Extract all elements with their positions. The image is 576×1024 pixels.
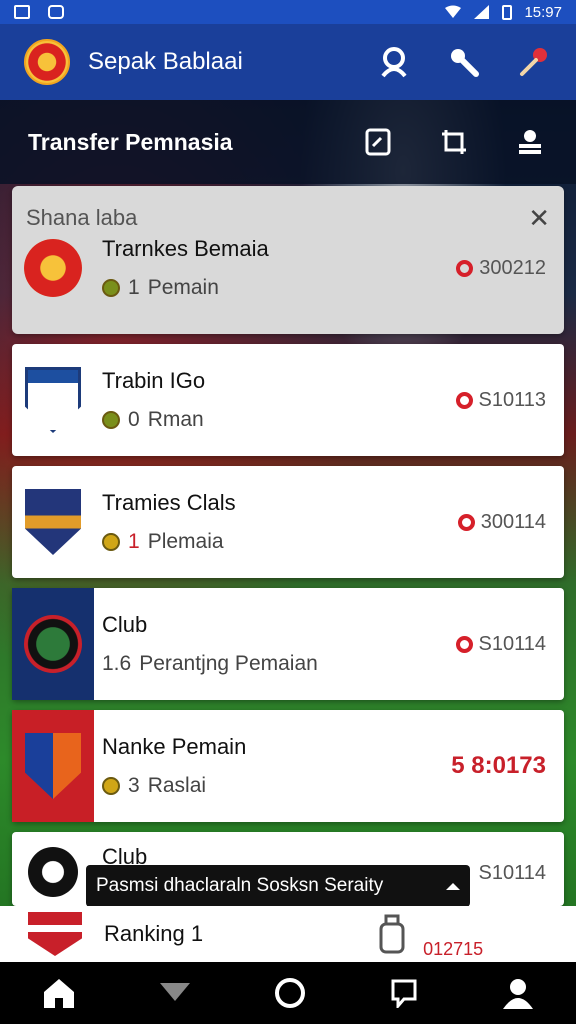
toast-message: Pasmsi dhaclaraln Sosksn Seraity <box>86 865 470 907</box>
card-value: 5 8:0173 <box>451 752 546 779</box>
user-icon[interactable] <box>502 977 534 1009</box>
pin-icon <box>520 48 547 76</box>
card-value: S10114 <box>478 862 546 884</box>
bottle-icon <box>379 914 405 954</box>
down-icon[interactable] <box>160 983 190 1003</box>
card-count: 1.6 <box>102 652 132 675</box>
status-dot-icon <box>102 411 120 429</box>
card-value: 300114 <box>480 510 546 533</box>
crop-button[interactable] <box>436 124 472 160</box>
app-title: Sepak Bablaai <box>88 48 243 75</box>
edit-button[interactable] <box>360 124 396 160</box>
app-bar: Sepak Bablaai <box>0 24 576 100</box>
list-item[interactable]: Nanke Pemain 3 Raslai 5 8:0173 <box>12 710 564 822</box>
profile-button[interactable] <box>376 44 412 80</box>
screenshot-icon <box>14 5 30 19</box>
card-count: 1 <box>128 276 140 299</box>
club-crest <box>28 847 78 897</box>
card-name: Nanke Pemain <box>102 734 247 759</box>
value-icon <box>457 513 475 531</box>
value-icon <box>456 259 474 277</box>
sub-header: Transfer Pemnasia <box>0 100 576 184</box>
battery-icon <box>502 4 513 20</box>
shana-card[interactable]: Shana laba ✕ Trarnkes Bemaia 1 Pemain 30… <box>12 186 564 334</box>
wrench-icon <box>451 49 479 77</box>
ranking-value: 012715 <box>423 938 484 959</box>
profile-icon <box>381 47 407 78</box>
status-dot-icon <box>102 279 120 297</box>
card-count: 1 <box>128 530 140 553</box>
close-icon[interactable]: ✕ <box>528 203 550 234</box>
card-label: Plemaia <box>147 530 224 553</box>
club-crest <box>25 367 81 433</box>
stack-icon <box>519 130 541 154</box>
page-title: Transfer Pemnasia <box>28 128 233 155</box>
club-crest <box>28 912 82 956</box>
value-icon <box>455 635 473 653</box>
card-label: Pemain <box>147 276 219 299</box>
value-icon <box>455 391 473 409</box>
app-logo <box>24 39 70 85</box>
club-crest <box>25 489 81 555</box>
status-time: 15:97 <box>524 3 562 21</box>
club-crest <box>24 239 82 297</box>
card-name: Club <box>102 612 148 637</box>
circle-icon[interactable] <box>274 977 306 1009</box>
wifi-icon <box>445 5 462 18</box>
location-button[interactable] <box>516 44 552 80</box>
notification-icon <box>48 5 64 19</box>
list-item[interactable]: Tramies Clals 1 Plemaia 300114 <box>12 466 564 578</box>
list-item[interactable]: Club 1.6 Perantjng Pemaian S10114 <box>12 588 564 700</box>
status-bar: 15:97 <box>0 0 576 24</box>
card-count: 0 <box>128 408 140 431</box>
signal-icon <box>474 5 490 19</box>
stack-button[interactable] <box>512 124 548 160</box>
list-item[interactable]: Trabin IGo 0 Rman S10113 <box>12 344 564 456</box>
ranking-title: Ranking 1 <box>104 921 204 946</box>
club-crest <box>25 733 81 799</box>
card-name: Trarnkes Bemaia <box>102 236 269 261</box>
card-value: 300212 <box>479 256 546 279</box>
crop-icon <box>442 130 466 154</box>
toast-arrow-icon[interactable] <box>446 882 460 890</box>
card-label: Raslai <box>147 774 207 797</box>
card-name: Trabin IGo <box>102 368 206 393</box>
card-value: S10114 <box>478 632 546 655</box>
ranking-card[interactable]: Ranking 1 012715 <box>0 906 576 962</box>
card-count: 3 <box>128 774 140 797</box>
tools-button[interactable] <box>446 44 482 80</box>
nav-bar <box>0 962 576 1024</box>
card-label: Perantjng Pemaian <box>139 652 318 675</box>
status-dot-icon <box>102 533 120 551</box>
home-icon[interactable] <box>42 977 76 1009</box>
club-crest <box>24 615 82 673</box>
edit-icon <box>365 128 391 156</box>
toast-text: Pasmsi dhaclaraln Sosksn Seraity <box>96 875 384 896</box>
status-dot-icon <box>102 777 120 795</box>
card-value: S10113 <box>478 388 546 411</box>
card-label: Rman <box>147 408 204 431</box>
chat-icon[interactable] <box>390 978 418 1008</box>
card-name: Tramies Clals <box>102 490 236 515</box>
